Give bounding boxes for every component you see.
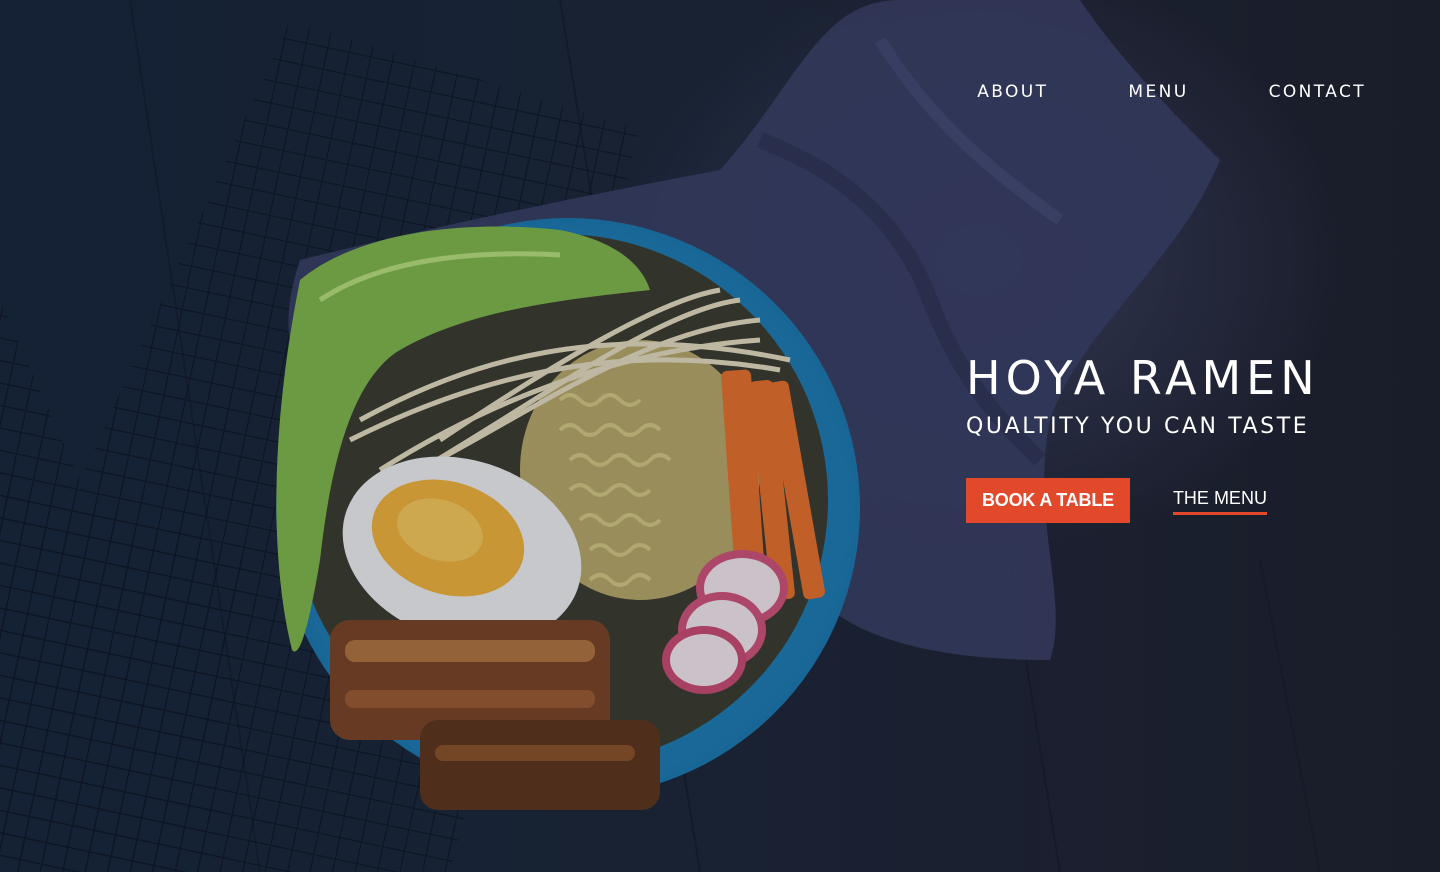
hero-title: HOYA RAMEN <box>966 351 1320 405</box>
book-table-button[interactable]: BOOK A TABLE <box>966 478 1130 523</box>
hero-content: HOYA RAMEN QUALTITY YOU CAN TASTE BOOK A… <box>966 350 1406 523</box>
hero-actions: BOOK A TABLE THE MENU <box>966 478 1406 523</box>
hero-section: ABOUT MENU CONTACT HOYA RAMEN QUALTITY Y… <box>0 0 1440 872</box>
hero-subtitle: QUALTITY YOU CAN TASTE <box>966 414 1310 439</box>
nav-about-link[interactable]: ABOUT <box>977 82 1048 102</box>
main-nav: ABOUT MENU CONTACT <box>897 82 1366 102</box>
the-menu-link[interactable]: THE MENU <box>1172 487 1267 515</box>
nav-contact-link[interactable]: CONTACT <box>1269 82 1366 102</box>
nav-menu-link[interactable]: MENU <box>1128 82 1188 102</box>
